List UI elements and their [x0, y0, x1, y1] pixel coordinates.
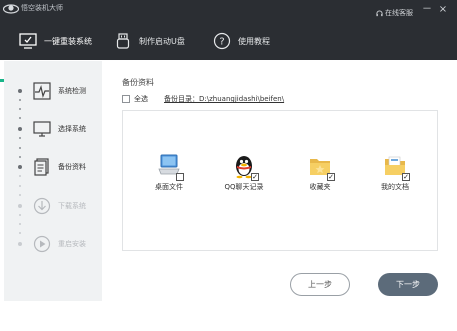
svg-text:?: ? [219, 37, 224, 48]
main-nav: 一键重装系统 制作启动U盘 ? 使用教程 [0, 22, 457, 82]
select-all-label: 全选 [134, 95, 148, 103]
step-download-system-label: 下载系统 [58, 202, 86, 210]
step-backup-data-label: 备份资料 [58, 163, 86, 171]
step-select-system-label: 选择系统 [58, 125, 86, 133]
backup-item-documents[interactable]: ✓ 我的文档 [363, 153, 427, 192]
step-connector-dot [19, 223, 21, 225]
step-restart-install-label: 重启安装 [58, 240, 86, 248]
question-icon: ? [213, 32, 231, 50]
previous-step-button[interactable]: 上一步 [290, 273, 350, 296]
backup-item-qq-label: QQ聊天记录 [224, 183, 264, 191]
backup-item-desktop-label: 桌面文件 [155, 183, 183, 191]
step-system-check-label: 系统检测 [58, 87, 86, 95]
step-connector-dot [19, 185, 21, 187]
desktop-checkbox[interactable] [176, 173, 184, 181]
backup-item-desktop[interactable]: 桌面文件 [137, 153, 201, 192]
backup-directory-link[interactable]: 备份目录：D:\zhuangjidashi\beifen\ [164, 94, 284, 104]
step-system-check: 系统检测 [4, 79, 102, 103]
backup-item-favorites-label: 收藏夹 [309, 183, 331, 191]
pulse-icon [33, 82, 51, 100]
step-select-system: 选择系统 [4, 117, 102, 141]
close-button[interactable]: × [437, 4, 449, 16]
qq-checkbox[interactable]: ✓ [251, 173, 259, 181]
favorites-checkbox[interactable]: ✓ [327, 173, 335, 181]
tab-make-usb-label: 制作启动U盘 [139, 36, 185, 46]
install-steps-sidebar: 系统检测 选择系统 备份资料 下载系统 重启安装 [4, 61, 102, 301]
next-step-button[interactable]: 下一步 [378, 273, 438, 296]
title-bar: 悟空装机大师 在线客服 － × [0, 0, 457, 22]
backup-item-qq[interactable]: ✓ QQ聊天记录 [212, 153, 276, 192]
tab-tutorial[interactable]: ? 使用教程 [213, 22, 270, 60]
backup-panel: 备份资料 全选 备份目录：D:\zhuangjidashi\beifen\ 桌面… [102, 61, 457, 301]
select-all-box[interactable] [122, 95, 130, 103]
monitor-icon [19, 33, 37, 49]
step-download-system: 下载系统 [4, 194, 102, 218]
backup-title: 备份资料 [122, 78, 154, 87]
backup-item-documents-label: 我的文档 [381, 183, 409, 191]
backup-item-favorites[interactable]: ✓ 收藏夹 [288, 153, 352, 192]
restart-icon [33, 235, 51, 253]
app-title: 悟空装机大师 [21, 4, 63, 12]
documents-checkbox[interactable]: ✓ [402, 173, 410, 181]
online-service-link[interactable]: 在线客服 [376, 8, 413, 18]
select-all-checkbox[interactable]: 全选 [122, 94, 148, 104]
app-logo-icon [3, 4, 19, 14]
step-connector-dot [19, 147, 21, 149]
headset-icon [376, 10, 383, 16]
tab-one-key-reinstall[interactable]: 一键重装系统 [19, 22, 92, 60]
tab-tutorial-label: 使用教程 [238, 36, 270, 46]
step-connector-dot [19, 108, 21, 110]
step-backup-data: 备份资料 [4, 155, 102, 179]
monitor-icon [33, 121, 51, 137]
document-icon [34, 158, 49, 176]
online-service-label: 在线客服 [385, 9, 413, 17]
minimize-button[interactable]: － [421, 4, 433, 16]
usb-drive-icon [116, 33, 130, 49]
tab-make-usb[interactable]: 制作启动U盘 [114, 22, 185, 60]
step-restart-install: 重启安装 [4, 232, 102, 256]
backup-items-box: 桌面文件 ✓ QQ聊天记录 ✓ 收藏夹 ✓ 我的文档 [122, 110, 438, 251]
tab-one-key-reinstall-label: 一键重装系统 [44, 36, 92, 46]
download-icon [33, 197, 51, 215]
